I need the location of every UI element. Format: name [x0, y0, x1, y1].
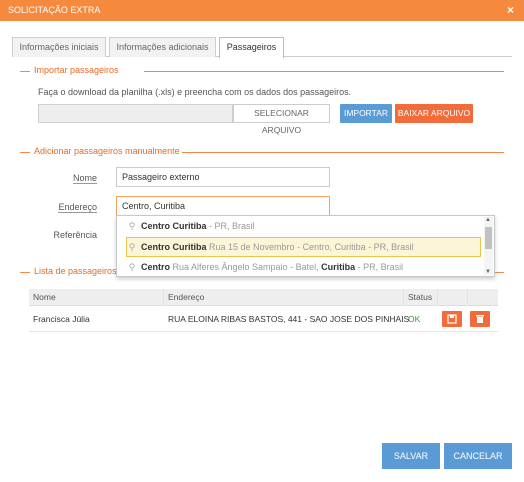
dropdown-scrollbar[interactable]: ▲ ▼	[484, 217, 493, 275]
autocomplete-item[interactable]: ⚲ Centro Curitiba - PR, Brasil	[127, 217, 482, 237]
autocomplete-item-selected[interactable]: ⚲ Centro Curitiba Rua 15 de Novembro - Ce…	[126, 237, 481, 257]
name-input[interactable]: Passageiro externo	[116, 167, 330, 187]
map-pin-icon: ⚲	[128, 221, 136, 231]
tab-bar: Informações iniciais Informações adicion…	[12, 37, 512, 58]
table-row: Francisca Júlia RUA ELOINA RIBAS BASTOS,…	[29, 307, 498, 332]
address-label: Endereço	[58, 202, 97, 213]
dialog-titlebar: SOLICITAÇÃO EXTRA ×	[0, 0, 524, 21]
autocomplete-item[interactable]: ⚲ Centro Rua Alferes Ângelo Sampaio - Bat…	[127, 258, 482, 278]
scroll-up-icon[interactable]: ▲	[485, 217, 491, 223]
manual-section-header: Adicionar passageiros manualmente	[20, 146, 504, 157]
table-header: Nome Endereço Status	[29, 289, 498, 306]
address-autocomplete-list: ⚲ Centro Curitiba - PR, Brasil ⚲ Centro Cu…	[116, 215, 495, 277]
passenger-name: Francisca Júlia	[33, 314, 90, 324]
column-header-status: Status	[404, 289, 438, 306]
passenger-status: OK	[408, 314, 421, 324]
list-section-title: Lista de passageiros	[34, 266, 121, 276]
scroll-down-icon[interactable]: ▼	[485, 269, 491, 275]
save-button[interactable]: SALVAR	[382, 443, 440, 469]
import-section-title: Importar passageiros	[34, 65, 123, 75]
edit-passenger-button[interactable]	[442, 311, 462, 327]
dialog-title: SOLICITAÇÃO EXTRA	[8, 5, 101, 15]
tab-informacoes-iniciais[interactable]: Informações iniciais	[12, 37, 106, 57]
import-button[interactable]: IMPORTAR	[340, 104, 392, 123]
close-icon[interactable]: ×	[507, 0, 514, 20]
tab-passageiros[interactable]: Passageiros	[219, 37, 284, 58]
scroll-thumb[interactable]	[485, 227, 492, 249]
passenger-address: RUA ELOINA RIBAS BASTOS, 441 - SAO JOSE …	[168, 314, 410, 324]
download-file-button[interactable]: BAIXAR ARQUIVO	[395, 104, 473, 123]
file-path-field	[38, 104, 233, 123]
name-label: Nome	[72, 173, 97, 184]
tab-informacoes-adicionais[interactable]: Informações adicionais	[109, 37, 216, 57]
reference-label: Referência	[53, 230, 97, 240]
select-file-button[interactable]: SELECIONAR ARQUIVO	[233, 104, 330, 135]
manual-section-title: Adicionar passageiros manualmente	[34, 146, 184, 156]
map-pin-icon: ⚲	[128, 242, 136, 252]
column-header-name: Nome	[29, 289, 164, 306]
edit-icon	[447, 314, 457, 324]
column-header-actions	[438, 289, 468, 306]
import-section-header: Importar passageiros	[20, 65, 504, 76]
trash-icon	[476, 315, 484, 323]
cancel-button[interactable]: CANCELAR	[444, 443, 512, 469]
map-pin-icon: ⚲	[128, 262, 136, 272]
address-input[interactable]: Centro, Curitiba	[116, 196, 330, 216]
column-header-address: Endereço	[164, 289, 404, 306]
delete-passenger-button[interactable]	[470, 311, 490, 327]
import-instructions: Faça o download da planilha (.xls) e pre…	[38, 87, 352, 97]
